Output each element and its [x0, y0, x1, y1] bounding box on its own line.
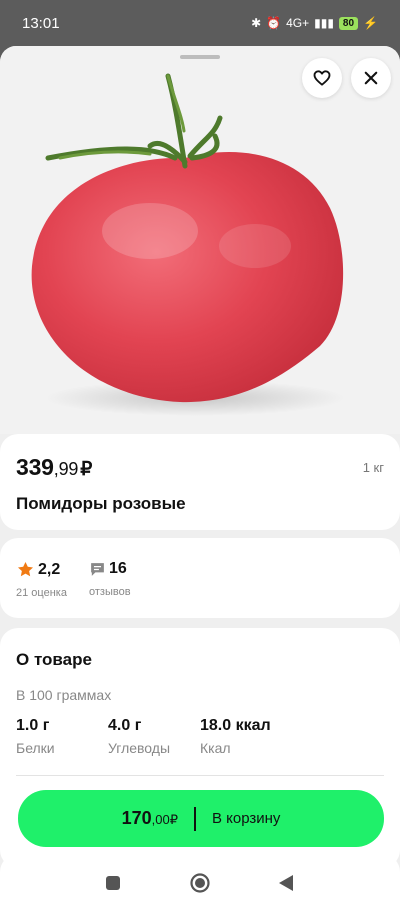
status-bar: 13:01 ✱ ⏰ 4G+ ▮▮▮ 80 ⚡: [0, 0, 400, 46]
rating-count: 21 оценка: [16, 587, 67, 599]
back-button[interactable]: [266, 854, 306, 911]
circle-icon: [190, 872, 210, 893]
cart-separator: [193, 806, 196, 831]
nutrient-value: 18.0 ккал: [200, 717, 271, 734]
close-icon: [364, 71, 378, 85]
nutrient-carbs: 4.0 г Углеводы: [108, 717, 170, 756]
price-card: 339,99 ₽ 1 кг Помидоры розовые: [0, 434, 400, 530]
rating-value: 2,2: [38, 560, 61, 578]
reviews-value: 16: [109, 560, 127, 577]
recents-button[interactable]: [93, 854, 133, 911]
status-time: 13:01: [22, 14, 60, 32]
product-image: [0, 46, 400, 434]
cart-price-currency: ₽: [169, 812, 178, 827]
heart-icon: [313, 70, 331, 86]
close-button[interactable]: [351, 58, 391, 98]
rating-stat[interactable]: 2,2 21 оценка: [16, 560, 67, 600]
divider: [16, 775, 384, 776]
alarm-icon: ⏰: [266, 16, 282, 30]
cart-price-kopecks: ,00: [151, 812, 170, 827]
reviews-stat[interactable]: 16 отзывов: [89, 560, 131, 598]
price-main: 339: [16, 454, 54, 480]
status-icons: ✱ ⏰ 4G+ ▮▮▮ 80 ⚡: [251, 16, 378, 30]
square-icon: [106, 875, 120, 890]
favorite-button[interactable]: [302, 58, 342, 98]
cart-price: 170,00₽: [122, 808, 178, 829]
cart-price-main: 170: [121, 808, 152, 828]
cart-label: В корзину: [211, 810, 281, 827]
nutrient-protein: 1.0 г Белки: [16, 717, 55, 756]
product-title: Помидоры розовые: [16, 494, 186, 513]
rating-card: 2,2 21 оценка 16 отзывов: [0, 538, 400, 618]
tomato-photo-icon: [31, 73, 345, 416]
nutrient-label: Ккал: [200, 740, 231, 756]
signal-icon: ▮▮▮: [314, 16, 334, 30]
home-button[interactable]: [180, 854, 220, 911]
per-100g-label: В 100 граммах: [16, 687, 112, 703]
nutrient-value: 1.0 г: [16, 717, 50, 734]
reviews-label: отзывов: [89, 586, 131, 598]
network-label: 4G+: [286, 16, 310, 30]
nutrient-label: Белки: [16, 740, 55, 756]
bluetooth-icon: ✱: [251, 16, 262, 30]
battery-icon: 80: [338, 16, 359, 30]
comment-icon: [91, 562, 104, 576]
star-icon: [17, 561, 34, 577]
about-title: О товаре: [16, 650, 92, 669]
nutrient-kcal: 18.0 ккал Ккал: [200, 717, 271, 756]
triangle-back-icon: [279, 874, 293, 891]
price-currency: ₽: [80, 459, 93, 480]
charging-icon: ⚡: [363, 16, 378, 30]
nutrient-value: 4.0 г: [108, 717, 142, 734]
product-price: 339,99 ₽: [16, 454, 92, 481]
product-unit: 1 кг: [362, 460, 384, 475]
price-kopecks: ,99: [53, 459, 79, 479]
add-to-cart-button[interactable]: 170,00₽ В корзину: [18, 790, 384, 847]
nutrient-label: Углеводы: [108, 740, 171, 756]
product-sheet: 339,99 ₽ 1 кг Помидоры розовые 2,2 21 оце…: [0, 46, 400, 911]
system-nav-bar: [0, 854, 400, 911]
sheet-grabber[interactable]: [180, 55, 220, 59]
